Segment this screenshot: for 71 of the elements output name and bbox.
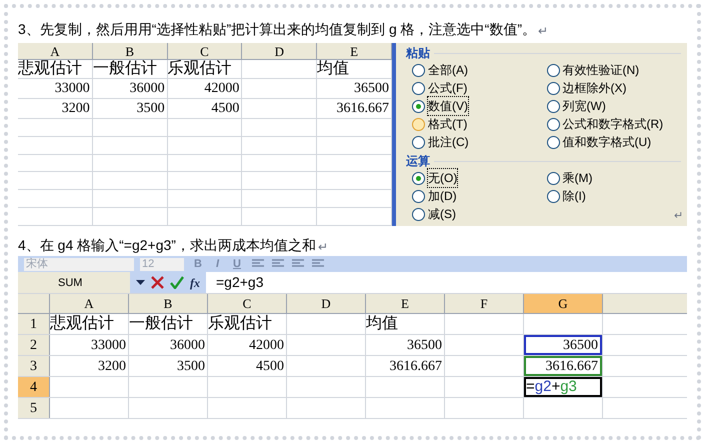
- table-cell: 一般估计: [92, 60, 157, 78]
- formula-input[interactable]: =g2+g3: [216, 272, 264, 293]
- table-cell-text: 33000: [91, 336, 127, 354]
- radio-option[interactable]: 除(I): [546, 187, 681, 205]
- group-title: 粘贴: [406, 45, 430, 62]
- column-header[interactable]: A: [18, 43, 93, 59]
- radio-option[interactable]: 格式(T): [412, 115, 546, 133]
- column-header[interactable]: D: [242, 43, 318, 59]
- instruction-text: 4、在 g4 格输入“=g2+g3”，求出两成本均值之和: [18, 236, 316, 255]
- column-header[interactable]: B: [129, 294, 208, 313]
- table-cell-text: 42000: [204, 80, 240, 98]
- table-cell-text: 3616.667: [336, 100, 390, 118]
- table-cell: 均值: [317, 60, 350, 78]
- group-title: 运算: [406, 153, 430, 170]
- radio-option[interactable]: 列宽(W): [546, 97, 681, 115]
- table-cell-text: 3200: [98, 358, 127, 376]
- table-cell: 悲观估计: [18, 60, 82, 78]
- row-header[interactable]: 4: [18, 377, 50, 397]
- row-header[interactable]: 1: [18, 314, 50, 334]
- row-header[interactable]: 5: [18, 398, 50, 418]
- reference-cell: 3616.667: [524, 356, 602, 376]
- align-left-icon[interactable]: [250, 259, 265, 269]
- paragraph-mark: ↵: [318, 239, 328, 256]
- radio-option[interactable]: 乘(M): [546, 169, 681, 187]
- table-cell: 一般估计: [129, 314, 193, 334]
- column-header[interactable]: C: [168, 43, 242, 59]
- table-cell-text: 4500: [211, 100, 240, 118]
- paragraph-mark: ↵: [674, 208, 683, 224]
- radio-option[interactable]: 全部(A): [412, 61, 546, 79]
- radio-option[interactable]: 批注(C): [412, 133, 546, 151]
- column-header[interactable]: B: [92, 43, 168, 59]
- radio-option[interactable]: 无(O): [412, 169, 546, 187]
- table-cell-text: 3616.667: [390, 358, 443, 376]
- cancel-icon[interactable]: [151, 276, 164, 289]
- check-icon[interactable]: [170, 276, 184, 289]
- table-cell-text: 3500: [177, 358, 206, 376]
- radio-option[interactable]: 加(D): [412, 187, 546, 205]
- table-cell-text: 36500: [354, 80, 390, 98]
- radio-option[interactable]: 有效性验证(N): [546, 61, 681, 79]
- row-header[interactable]: 3: [18, 356, 50, 376]
- radio-option[interactable]: 值和数字格式(U): [546, 133, 681, 151]
- name-box[interactable]: SUM: [18, 272, 130, 293]
- radio-option[interactable]: 边框除外(X): [546, 79, 681, 97]
- radio-option[interactable]: 公式和数字格式(R): [546, 115, 681, 133]
- table-cell: 悲观估计: [50, 314, 114, 334]
- column-header[interactable]: D: [287, 294, 366, 313]
- radio-option[interactable]: 公式(F): [412, 79, 546, 97]
- table-cell-text: 42000: [249, 336, 285, 354]
- table-cell: 乐观估计: [208, 314, 272, 334]
- table-cell: 乐观估计: [168, 60, 232, 78]
- caret-icon[interactable]: [136, 280, 145, 285]
- insert-function-button[interactable]: fx: [190, 274, 200, 292]
- radio-option[interactable]: 减(S): [412, 205, 546, 223]
- column-header[interactable]: G: [524, 294, 603, 313]
- table-cell-text: 36500: [407, 336, 443, 354]
- table-cell-text: 3200: [62, 100, 91, 118]
- table-cell: 均值: [366, 314, 398, 334]
- column-header[interactable]: E: [366, 294, 445, 313]
- table-cell-text: 36000: [130, 80, 166, 98]
- reference-cell: 36500: [524, 335, 602, 355]
- column-header[interactable]: A: [50, 294, 129, 313]
- cell-editor[interactable]: =g2+g3: [524, 377, 602, 397]
- paragraph-mark: ↵: [538, 23, 548, 40]
- row-header[interactable]: 2: [18, 335, 50, 355]
- table-cell-text: 33000: [54, 80, 91, 98]
- table-cell-text: 3500: [136, 100, 166, 118]
- instruction-text: 3、先复制，然后用用“选择性粘贴”把计算出来的均值复制到 g 格，注意选中“数值”。: [18, 20, 536, 39]
- table-cell-text: 4500: [256, 358, 285, 376]
- table-cell-text: 36000: [170, 336, 206, 354]
- column-header[interactable]: C: [208, 294, 287, 313]
- radio-option[interactable]: 数值(V): [412, 97, 546, 115]
